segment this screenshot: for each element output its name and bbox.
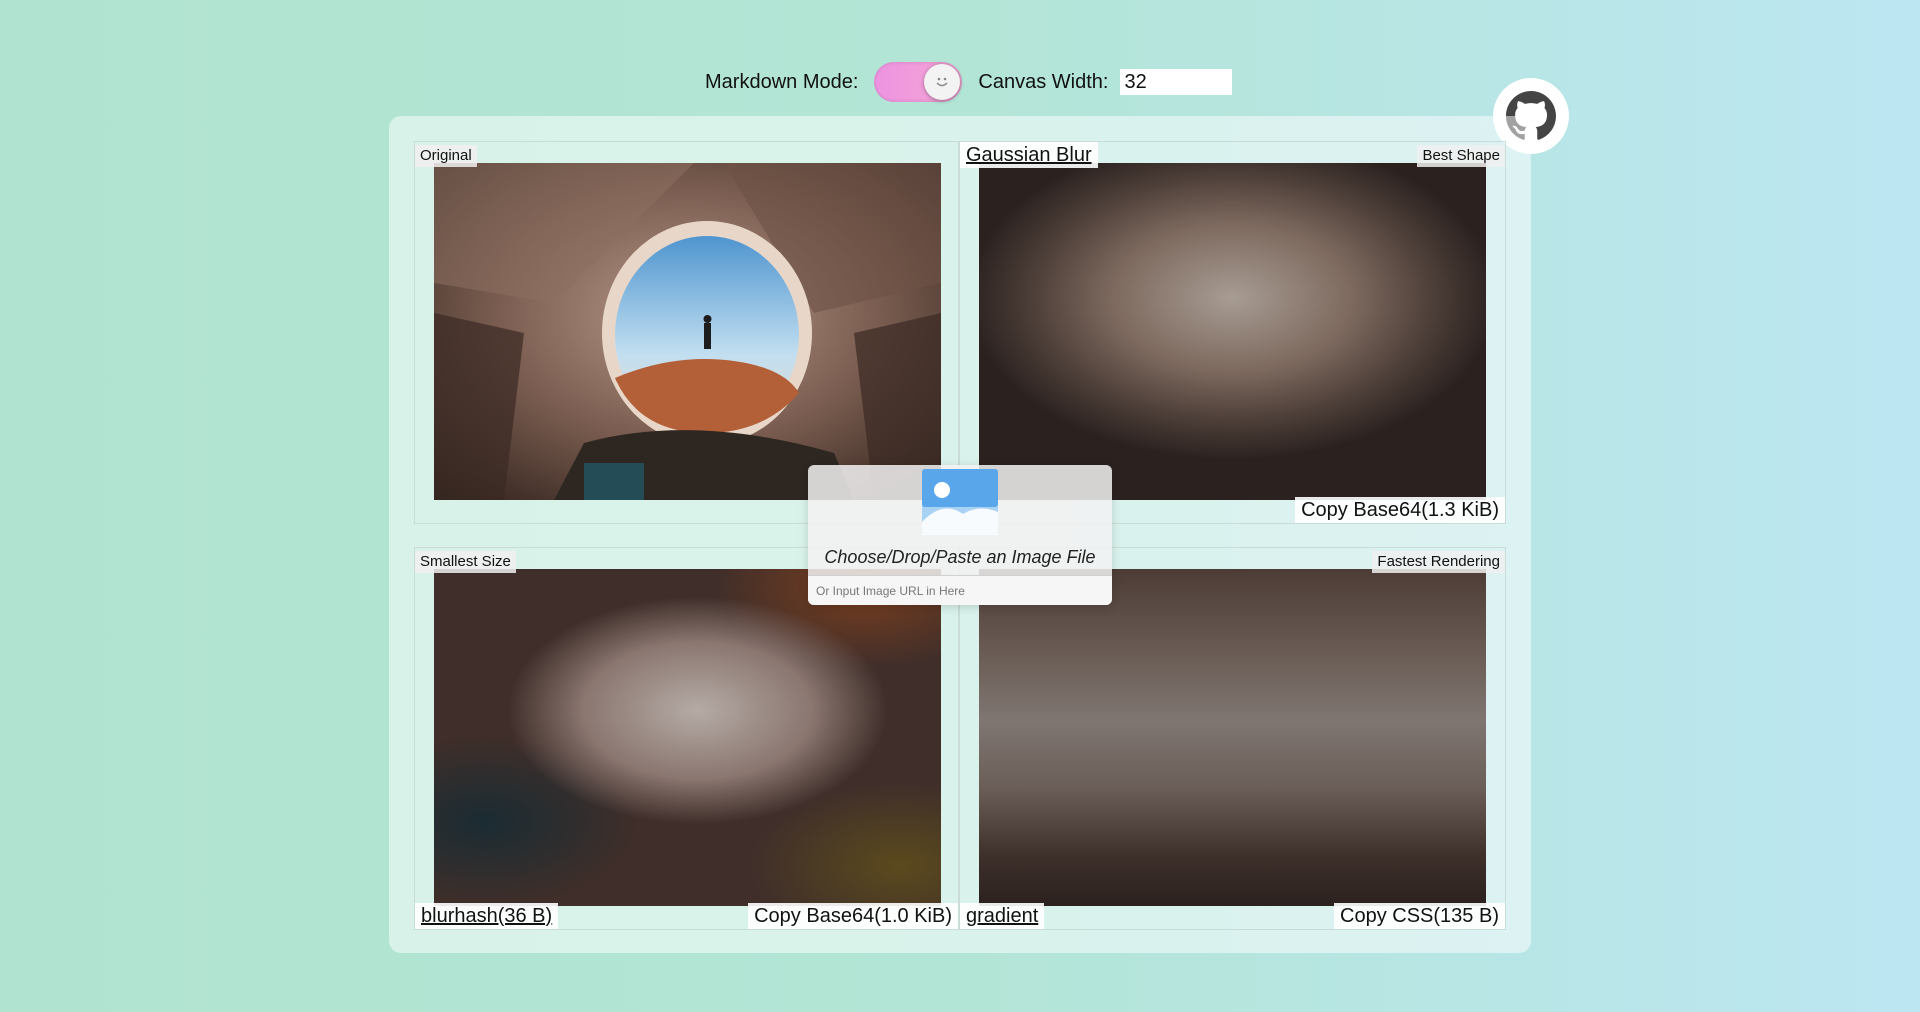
- original-image: [434, 163, 941, 500]
- markdown-mode-toggle[interactable]: [874, 62, 963, 102]
- dropzone-text: Choose/Drop/Paste an Image File: [824, 547, 1096, 567]
- original-label: Original: [415, 145, 477, 167]
- canvas-width-label: Canvas Width:: [978, 70, 1109, 93]
- smiley-icon: [936, 77, 948, 87]
- tent-photo: [434, 163, 941, 500]
- blurhash-title[interactable]: blurhash(36 B): [415, 903, 559, 929]
- gaussian-blur-image: [979, 163, 1486, 500]
- copy-base64-button-2[interactable]: Copy Base64(1.0 KiB): [748, 903, 958, 929]
- markdown-mode-label: Markdown Mode:: [705, 70, 859, 93]
- image-dropzone[interactable]: Choose/Drop/Paste an Image File: [808, 465, 1112, 605]
- gradient-title[interactable]: gradient: [960, 903, 1045, 929]
- toggle-knob: [924, 64, 961, 100]
- toolbar: Markdown Mode: Canvas Width:: [705, 58, 1233, 106]
- fastest-rendering-badge: Fastest Rendering: [1372, 551, 1505, 573]
- gradient-image: [979, 569, 1486, 906]
- smallest-size-badge: Smallest Size: [415, 551, 516, 573]
- copy-css-button[interactable]: Copy CSS(135 B): [1334, 903, 1505, 929]
- image-url-input[interactable]: [808, 575, 1112, 605]
- canvas-width-input[interactable]: [1120, 69, 1233, 95]
- best-shape-badge: Best Shape: [1417, 145, 1505, 167]
- image-icon: [922, 469, 998, 535]
- blurhash-image: [434, 569, 941, 906]
- copy-base64-button[interactable]: Copy Base64(1.3 KiB): [1295, 497, 1505, 523]
- gaussian-blur-title[interactable]: Gaussian Blur: [960, 142, 1098, 168]
